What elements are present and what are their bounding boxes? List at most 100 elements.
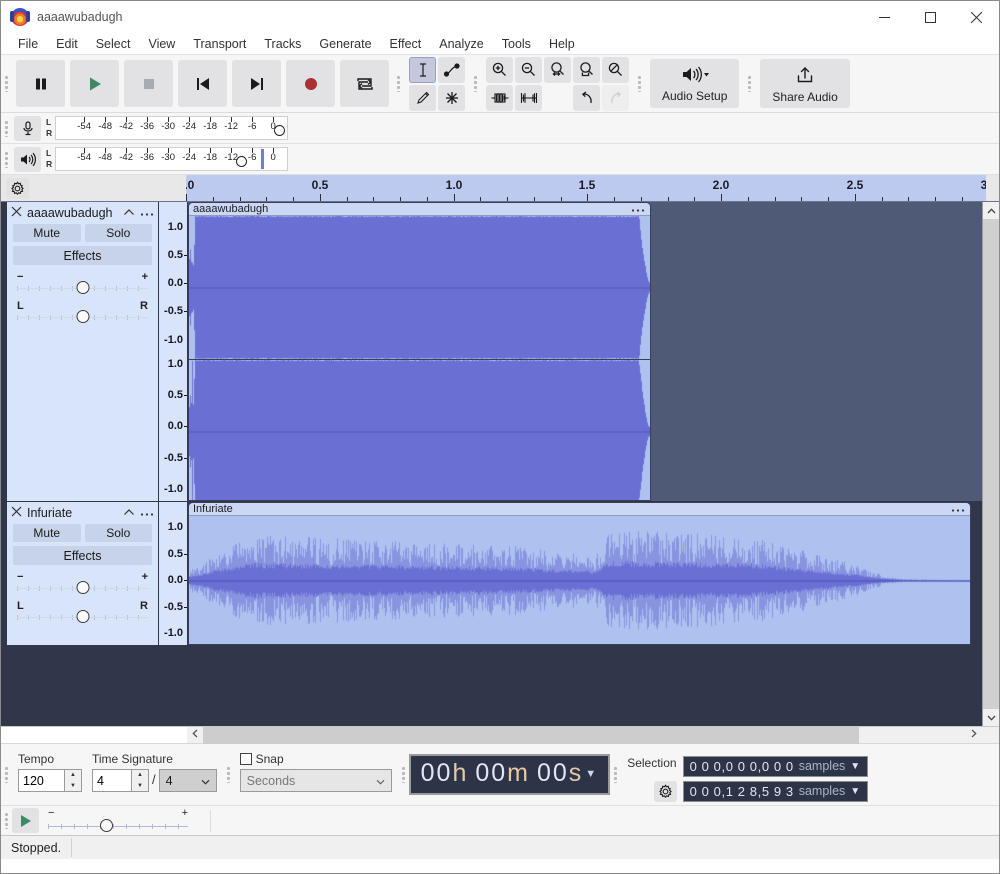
fit-project-icon[interactable] (573, 56, 600, 83)
loop-button[interactable] (340, 60, 389, 107)
tempo-step-up[interactable]: ▲ (65, 770, 81, 781)
audio-setup-toolbar-grip[interactable] (634, 55, 645, 112)
tools-toolbar-grip[interactable] (393, 55, 404, 112)
solo-button[interactable]: Solo (84, 224, 152, 242)
play-at-speed-grip[interactable] (1, 812, 12, 829)
zoom-in-icon[interactable] (486, 56, 513, 83)
zoom-toggle-icon[interactable] (602, 56, 629, 83)
play-at-speed-icon[interactable] (12, 808, 39, 833)
silence-audio-icon[interactable] (515, 84, 542, 111)
menu-item-analyze[interactable]: Analyze (430, 35, 492, 53)
menu-item-edit[interactable]: Edit (47, 35, 87, 53)
time-sig-upper-stepper[interactable]: ▲ ▼ (132, 769, 149, 792)
snap-checkbox[interactable] (239, 753, 252, 765)
track-vertical-ruler[interactable]: 1.0 0.5 0.0 -0.5 -1.0 (159, 502, 188, 645)
close-button[interactable] (953, 1, 999, 33)
menu-item-generate[interactable]: Generate (310, 35, 380, 53)
fit-selection-icon[interactable] (544, 56, 571, 83)
track-title[interactable]: Infuriate (27, 506, 118, 520)
draw-tool-icon[interactable] (409, 84, 436, 111)
close-track-icon[interactable] (11, 206, 22, 220)
tempo-step-down[interactable]: ▼ (65, 781, 81, 792)
play-speed-slider[interactable]: − + (48, 807, 188, 833)
multi-tool-icon[interactable] (438, 84, 465, 111)
menu-item-effect[interactable]: Effect (381, 35, 431, 53)
snapping-toolbar-grip[interactable] (223, 744, 234, 805)
pause-button[interactable] (16, 60, 65, 107)
scroll-right-icon[interactable] (966, 729, 982, 741)
pan-slider-knob[interactable] (76, 310, 89, 323)
menu-item-tracks[interactable]: Tracks (255, 35, 310, 53)
clip-menu-dots-icon[interactable] (951, 503, 965, 516)
menu-item-transport[interactable]: Transport (184, 35, 255, 53)
snap-mode-select[interactable]: Seconds (239, 769, 392, 792)
selection-tool-icon[interactable] (409, 56, 436, 83)
audio-clip[interactable]: aaaawubadugh (188, 202, 651, 501)
effects-button[interactable]: Effects (13, 246, 152, 265)
vertical-scrollbar[interactable] (982, 202, 999, 726)
clip-menu-dots-icon[interactable] (631, 203, 645, 216)
timeline-options-gear-icon[interactable] (6, 177, 29, 199)
scroll-down-icon[interactable] (983, 709, 999, 726)
effects-button[interactable]: Effects (13, 546, 152, 565)
horizontal-scrollbar[interactable] (187, 726, 982, 744)
time-sig-step-down[interactable]: ▼ (132, 781, 148, 792)
skip-to-start-button[interactable] (178, 60, 227, 107)
playback-meter-scale[interactable]: -54 -48 -42 -36 -30 -24 -18 -12 -6 0 (55, 147, 289, 171)
selection-start-display[interactable]: 0 0 0,0 0 0,0 0 0 samples ▼ (682, 755, 868, 777)
menu-item-view[interactable]: View (139, 35, 184, 53)
scroll-up-icon[interactable] (983, 202, 999, 219)
time-sig-lower-select[interactable]: 4 (158, 769, 217, 792)
audio-setup-button[interactable]: Audio Setup (650, 59, 740, 108)
gain-slider[interactable]: − + (17, 271, 148, 294)
share-audio-button[interactable]: Share Audio (760, 59, 850, 108)
audio-clip[interactable]: Infuriate (188, 502, 971, 645)
time-toolbar-grip[interactable] (398, 744, 409, 805)
play-button[interactable] (70, 60, 119, 107)
track-menu-dots-icon[interactable] (140, 506, 154, 520)
menu-item-tools[interactable]: Tools (493, 35, 540, 53)
record-meter-scale[interactable]: -54 -48 -42 -36 -30 -24 -18 -12 -6 0 (55, 116, 289, 140)
pan-slider[interactable]: L R (17, 600, 148, 623)
track-vertical-ruler[interactable]: 1.0 0.5 0.0 -0.5 -1.0 1.0 0.5 0.0 -0.5 -1.0 (159, 202, 188, 501)
collapse-chevron-icon[interactable] (123, 206, 135, 220)
collapse-chevron-icon[interactable] (123, 506, 135, 520)
track-title[interactable]: aaaawubadugh (27, 206, 118, 220)
record-meter-grip[interactable] (1, 113, 12, 143)
time-signature-toolbar-grip[interactable] (1, 744, 12, 805)
scroll-left-icon[interactable] (187, 729, 203, 741)
gain-slider-knob[interactable] (76, 281, 89, 294)
zoom-out-icon[interactable] (515, 56, 542, 83)
share-audio-toolbar-grip[interactable] (744, 55, 755, 112)
selection-toolbar-grip[interactable] (610, 744, 621, 805)
mute-button[interactable]: Mute (13, 224, 81, 242)
pan-slider-knob[interactable] (76, 610, 89, 623)
track-menu-dots-icon[interactable] (140, 206, 154, 220)
clip-header[interactable]: aaaawubadugh (189, 203, 650, 216)
minimize-button[interactable] (861, 1, 907, 33)
mute-button[interactable]: Mute (13, 524, 81, 542)
timeline-ruler[interactable]: 0.00.51.01.52.02.53.0 (186, 175, 986, 201)
maximize-button[interactable] (907, 1, 953, 33)
speaker-output-icon[interactable] (14, 147, 41, 172)
envelope-tool-icon[interactable] (438, 56, 465, 83)
edit-toolbar-grip[interactable] (470, 55, 481, 112)
transport-toolbar-grip[interactable] (1, 55, 12, 112)
selection-options-gear-icon[interactable] (653, 780, 677, 802)
gain-slider[interactable]: − + (17, 571, 148, 594)
solo-button[interactable]: Solo (84, 524, 152, 542)
track-waveform-area[interactable]: Infuriate (188, 502, 982, 645)
pan-slider[interactable]: L R (17, 300, 148, 323)
trim-audio-icon[interactable] (486, 84, 513, 111)
skip-to-end-button[interactable] (232, 60, 281, 107)
record-button[interactable] (286, 60, 335, 107)
menu-item-help[interactable]: Help (540, 35, 584, 53)
undo-icon[interactable] (573, 84, 600, 111)
selection-end-display[interactable]: 0 0 0,1 2 8,5 9 3 samples ▼ (682, 780, 868, 802)
horizontal-scrollbar-track[interactable] (203, 726, 966, 744)
playback-meter-grip[interactable] (1, 144, 12, 174)
stop-button[interactable] (124, 60, 173, 107)
gain-slider-knob[interactable] (76, 581, 89, 594)
selection-end-dropdown-icon[interactable]: ▼ (850, 786, 861, 797)
horizontal-scrollbar-thumb[interactable] (203, 726, 860, 744)
